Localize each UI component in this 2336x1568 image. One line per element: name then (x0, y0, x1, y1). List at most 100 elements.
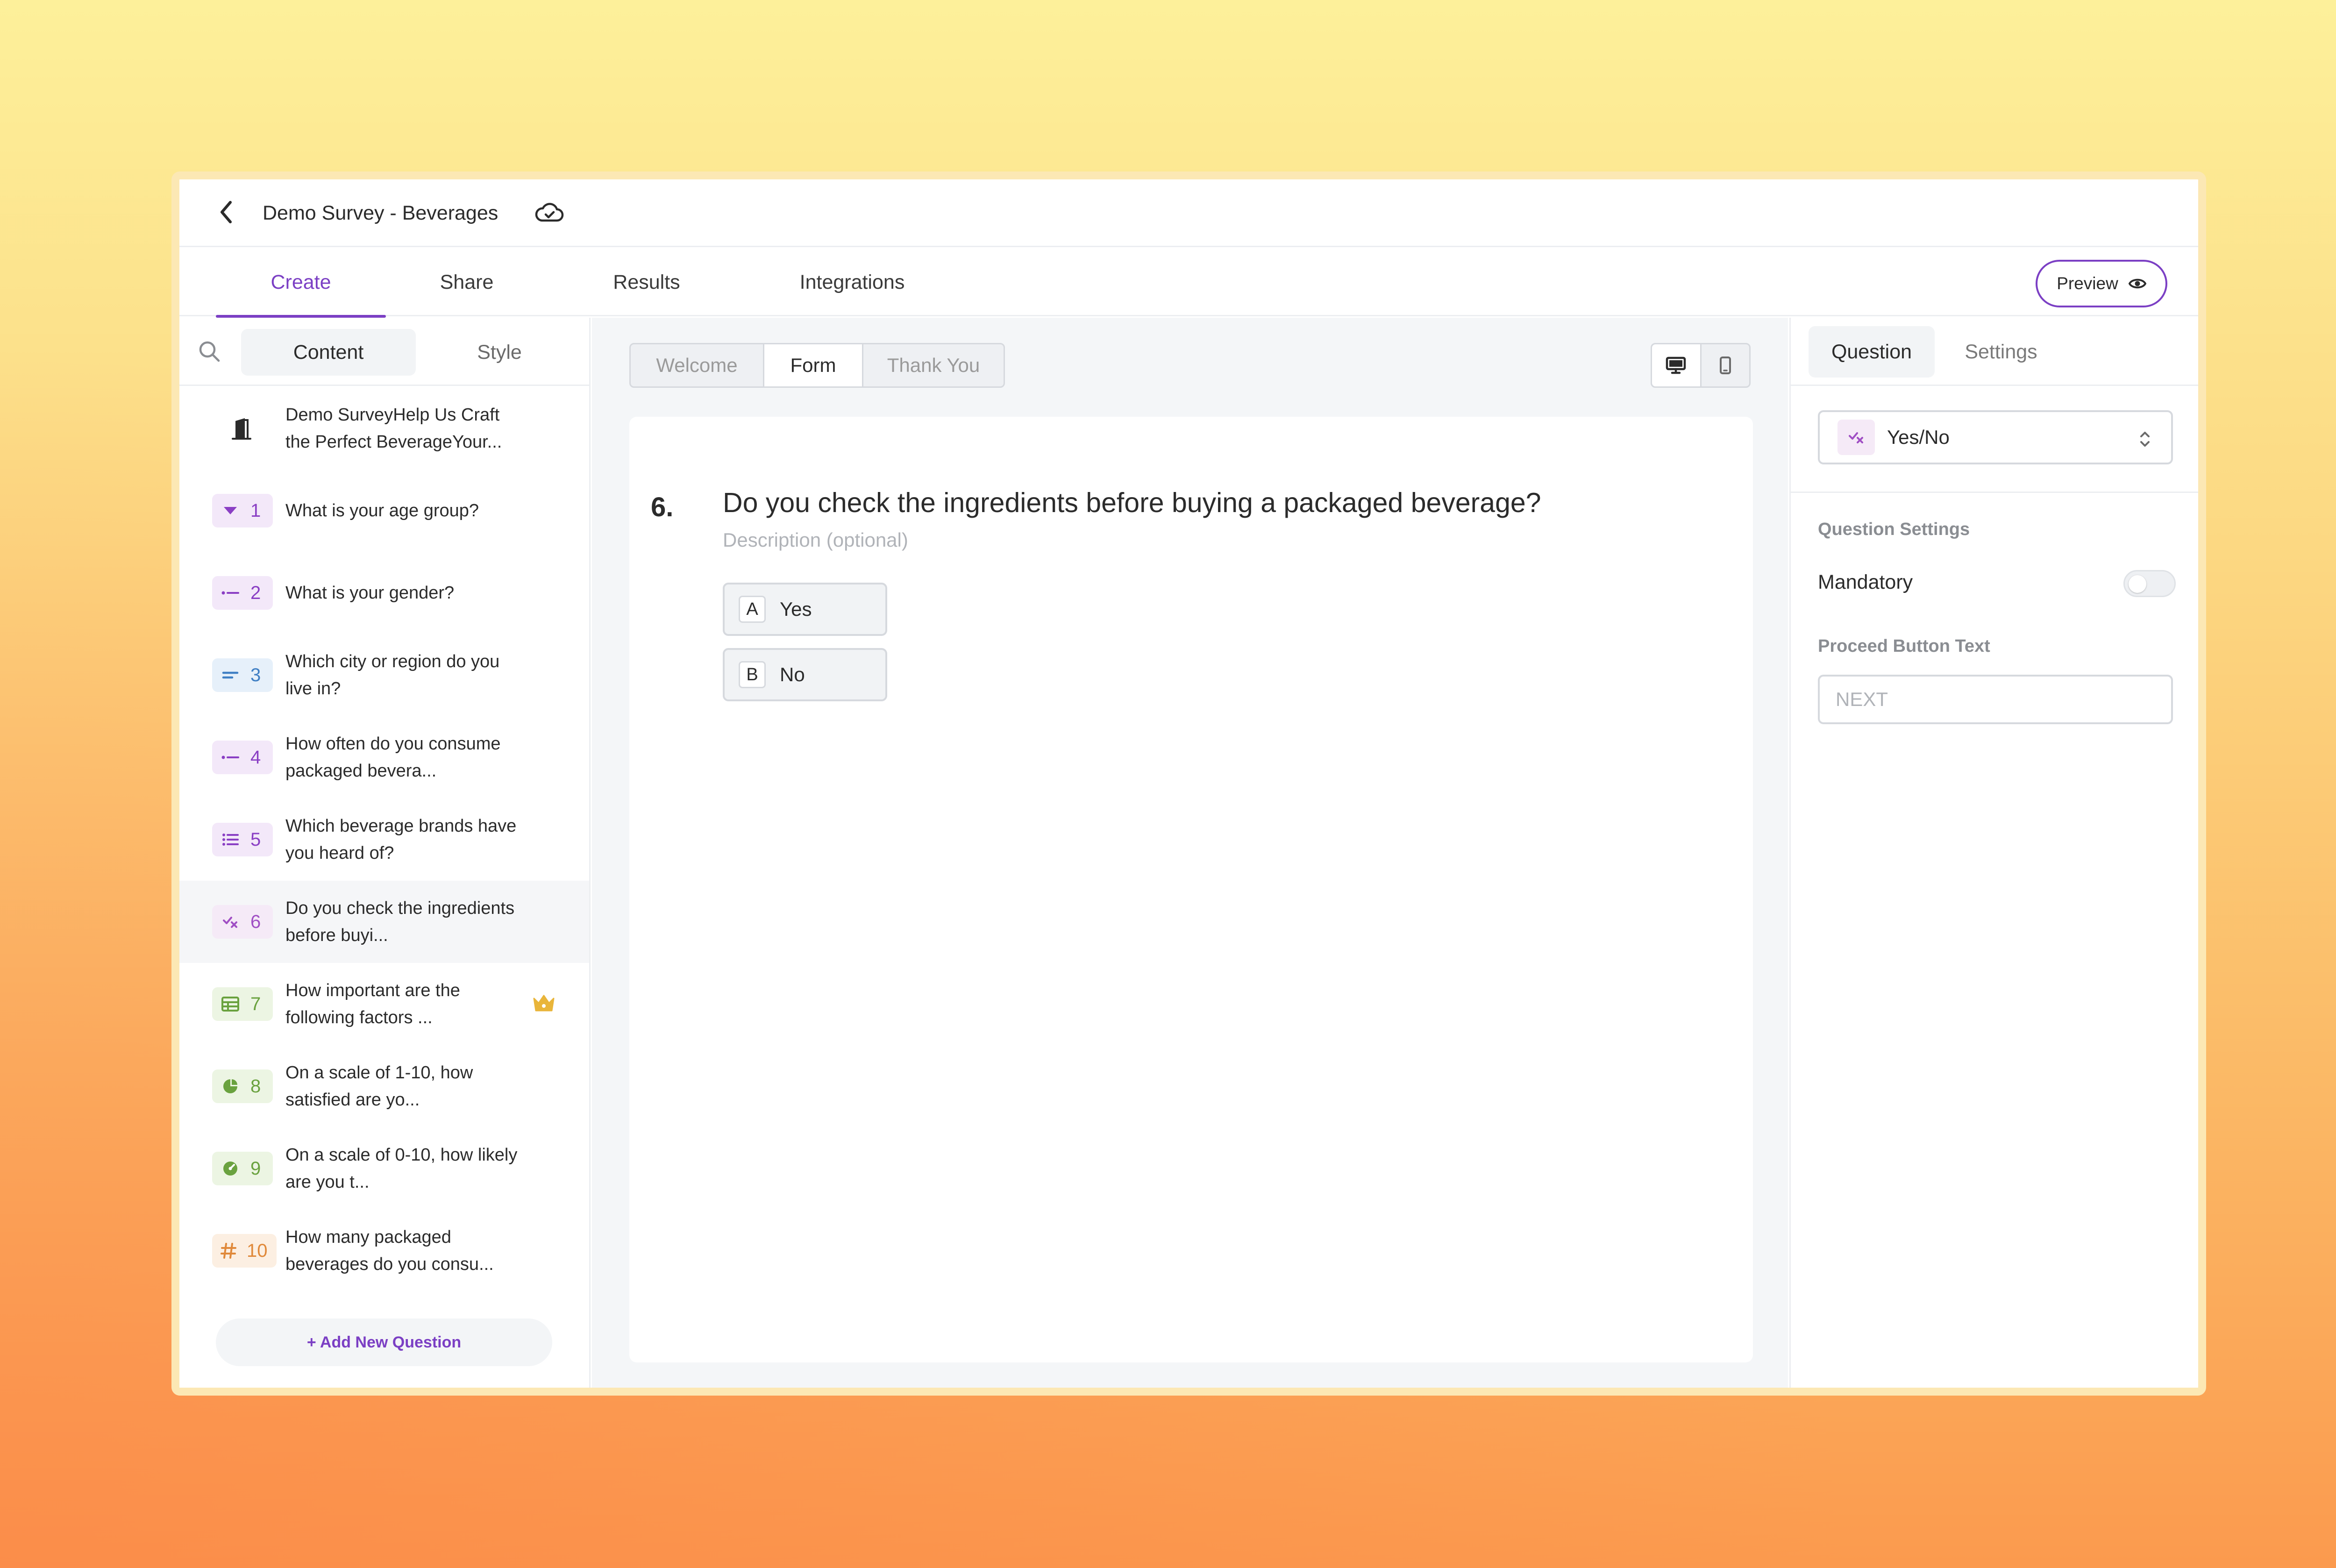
question-type-select[interactable]: Yes/No (1818, 410, 2173, 464)
question-badge: 2 (212, 576, 273, 610)
question-item-4[interactable]: 4 How often do you consume packaged beve… (179, 716, 589, 798)
question-text: How important are the following factors … (285, 981, 460, 1027)
single-choice-icon (221, 584, 239, 602)
chevron-up-down-icon (2140, 432, 2150, 447)
sidebar-header: Content Style (179, 318, 589, 386)
nps-icon (221, 1160, 239, 1177)
segment-form[interactable]: Form (764, 344, 863, 386)
form-canvas: Welcome Form Thank You 6. Do you check t… (592, 318, 1788, 1388)
survey-intro-item[interactable]: Demo SurveyHelp Us Craft the Perfect Bev… (179, 387, 589, 470)
question-item-10[interactable]: 10 How many packaged beverages do you co… (179, 1210, 589, 1292)
question-item-3[interactable]: 3 Which city or region do you live in? (179, 634, 589, 716)
question-text: What is your gender? (285, 583, 455, 603)
number-icon (220, 1242, 237, 1260)
door-icon (232, 418, 251, 440)
back-button[interactable] (212, 198, 240, 226)
yes-no-icon (1837, 420, 1875, 455)
single-choice-icon (221, 748, 239, 766)
main-tab-bar: Create Share Results Integrations Previe… (179, 249, 2198, 318)
segment-welcome[interactable]: Welcome (631, 344, 764, 386)
question-title[interactable]: Do you check the ingredients before buyi… (723, 487, 1541, 519)
question-number-label: 6. (651, 492, 674, 522)
search-icon[interactable] (196, 338, 222, 364)
yes-no-icon (221, 913, 239, 931)
question-item-5[interactable]: 5 Which beverage brands have you heard o… (179, 798, 589, 881)
add-question-button[interactable]: + Add New Question (216, 1319, 552, 1366)
tab-settings[interactable]: Settings (1940, 326, 2062, 378)
device-toggle (1651, 343, 1751, 388)
question-text: On a scale of 1-10, how satisfied are yo… (285, 1063, 473, 1110)
multi-choice-icon (221, 831, 239, 848)
matrix-icon (221, 995, 239, 1013)
question-number: 8 (250, 1076, 261, 1097)
properties-panel: Question Settings Yes/No Question Settin… (1789, 318, 2198, 1388)
toggle-knob (2129, 575, 2146, 593)
survey-intro-text: Demo SurveyHelp Us Craft the Perfect Bev… (285, 405, 502, 452)
question-item-9[interactable]: 9 On a scale of 0-10, how likely are you… (179, 1127, 589, 1210)
mobile-icon (1719, 356, 1731, 374)
page-segment-control: Welcome Form Thank You (629, 343, 1005, 388)
question-item-1[interactable]: 1 What is your age group? (179, 470, 589, 552)
question-number: 5 (250, 829, 261, 850)
option-label: Yes (780, 598, 812, 620)
question-number: 2 (250, 582, 261, 603)
question-type-label: Yes/No (1887, 426, 1950, 448)
question-text: How often do you consume packaged bevera… (285, 734, 501, 781)
question-item-6[interactable]: 6 Do you check the ingredients before bu… (179, 881, 589, 963)
question-text: On a scale of 0-10, how likely are you t… (285, 1145, 518, 1192)
cloud-saved-icon (535, 203, 564, 222)
question-badge: 6 (212, 905, 273, 939)
survey-title: Demo Survey - Beverages (263, 202, 499, 224)
option-no[interactable]: B No (723, 648, 887, 701)
question-badge: 8 (212, 1069, 273, 1103)
question-text: Do you check the ingredients before buyi… (285, 898, 515, 945)
dropdown-icon (221, 502, 239, 520)
question-text: Which beverage brands have you heard of? (285, 816, 517, 863)
mobile-view-button[interactable] (1702, 344, 1750, 386)
question-badge: 9 (212, 1152, 273, 1185)
question-badge: 5 (212, 823, 273, 856)
chevron-left-icon (221, 201, 232, 223)
question-item-2[interactable]: 2 What is your gender? (179, 552, 589, 634)
question-number: 3 (250, 664, 261, 685)
mandatory-toggle[interactable] (2123, 570, 2176, 597)
tab-question[interactable]: Question (1809, 326, 1935, 378)
option-key: A (739, 596, 766, 623)
question-item-8[interactable]: 8 On a scale of 1-10, how satisfied are … (179, 1045, 589, 1127)
question-card: 6. Do you check the ingredients before b… (629, 417, 1753, 1362)
question-number: 1 (250, 500, 261, 521)
question-text: What is your age group? (285, 501, 479, 520)
segment-thank-you[interactable]: Thank You (863, 344, 1004, 386)
desktop-view-button[interactable] (1652, 344, 1702, 386)
question-settings-heading: Question Settings (1818, 520, 1970, 539)
option-yes[interactable]: A Yes (723, 583, 887, 636)
tab-create[interactable]: Create (216, 249, 386, 318)
app-window: Demo Survey - Beverages Create Share Res… (171, 171, 2206, 1396)
question-description[interactable]: Description (optional) (723, 529, 908, 551)
question-item-7[interactable]: 7 How important are the following factor… (179, 963, 589, 1045)
preview-label: Preview (2057, 274, 2118, 293)
question-badge: 4 (212, 741, 273, 774)
tab-results[interactable]: Results (572, 249, 721, 316)
rating-icon (221, 1077, 239, 1095)
tab-share[interactable]: Share (399, 249, 534, 316)
tab-integrations[interactable]: Integrations (754, 249, 950, 316)
divider (1791, 492, 2198, 493)
eye-icon (2128, 278, 2146, 289)
question-text: Which city or region do you live in? (285, 652, 500, 698)
option-key: B (739, 661, 766, 688)
question-badge: 1 (212, 494, 273, 527)
question-number: 7 (250, 993, 261, 1014)
question-number: 6 (250, 911, 261, 932)
tab-style[interactable]: Style (422, 329, 577, 376)
properties-header: Question Settings (1791, 318, 2198, 386)
tab-content[interactable]: Content (241, 329, 416, 376)
proceed-button-text-label: Proceed Button Text (1818, 636, 1990, 656)
top-bar: Demo Survey - Beverages (179, 179, 2198, 247)
preview-button[interactable]: Preview (2036, 260, 2167, 307)
question-badge: 3 (212, 658, 273, 692)
proceed-button-text-input[interactable] (1818, 675, 2173, 724)
desktop-icon (1666, 356, 1686, 374)
question-badge: 10 (212, 1234, 277, 1268)
question-text: How many packaged beverages do you consu… (285, 1227, 494, 1274)
